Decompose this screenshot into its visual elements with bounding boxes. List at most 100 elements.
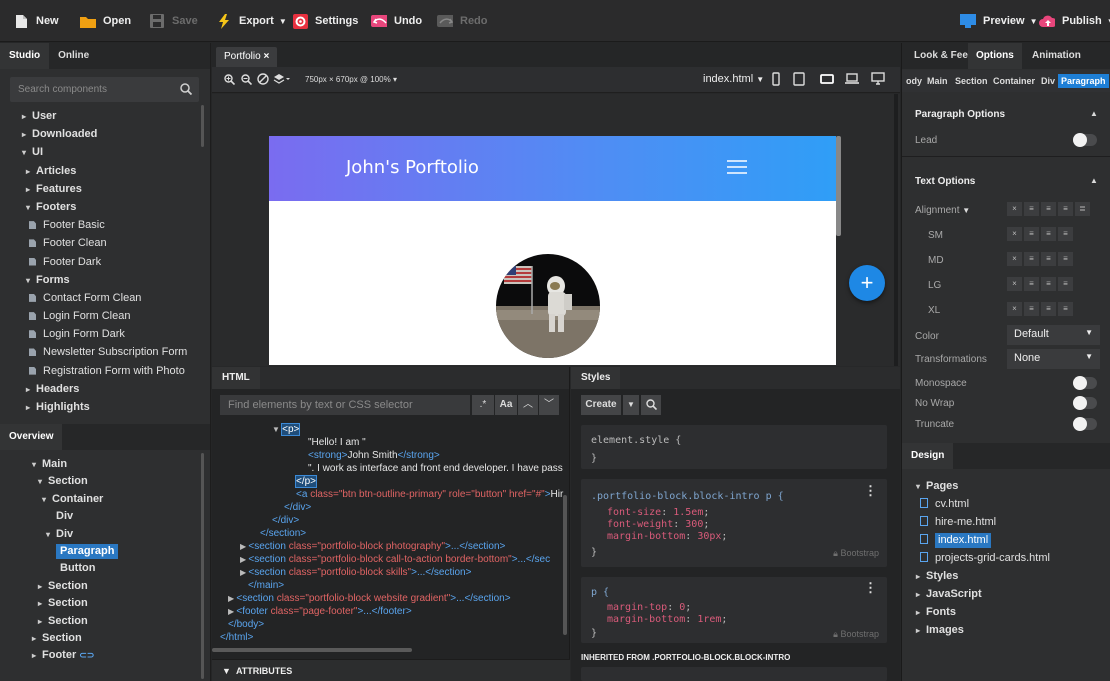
regex-toggle[interactable]: .* (472, 395, 494, 415)
html-code-line[interactable]: </main> (248, 579, 284, 592)
align-left-icon[interactable]: ≡ (1024, 252, 1039, 266)
transformations-select[interactable]: None ▼ (1007, 349, 1100, 369)
overview-item-main[interactable]: ▾ Main (0, 456, 200, 473)
tab-online[interactable]: Online (49, 43, 98, 69)
tree-item-footers[interactable]: ▾ Footers (0, 198, 200, 216)
overview-item-button[interactable]: Button (0, 560, 200, 577)
tree-item-forms[interactable]: ▾ Forms (0, 271, 200, 289)
tree-item-articles[interactable]: ▸ Articles (0, 162, 200, 180)
tab-animation[interactable]: Animation (1032, 43, 1081, 69)
page-file-item[interactable]: cv.html (902, 495, 1102, 513)
tree-item-headers[interactable]: ▸ Headers (0, 380, 200, 398)
html-code-line[interactable]: </section> (260, 527, 306, 540)
breadcrumb-div[interactable]: Div (1038, 74, 1058, 88)
save-button[interactable]: Save (149, 12, 198, 30)
collapse-icon[interactable]: ▲ (1090, 176, 1098, 185)
rule-source[interactable]: 🔒︎ Bootstrap (833, 628, 879, 640)
overview-item-section[interactable]: ▾ Section (0, 473, 200, 490)
align-right-icon[interactable]: ≡ (1058, 252, 1073, 266)
overview-item-paragraph[interactable]: Paragraph (0, 543, 200, 560)
tree-item-fonts[interactable]: ▸ Fonts (902, 603, 1102, 621)
phone-portrait-icon[interactable] (772, 72, 780, 86)
attributes-header[interactable]: ▼ ATTRIBUTES (212, 659, 570, 681)
clear-align-icon[interactable]: × (1007, 227, 1022, 241)
viewport-size-dropdown[interactable]: 750px × 670px @ 100% ▾ (305, 75, 397, 84)
css-property[interactable]: margin-bottom: 30px; (607, 531, 727, 543)
html-hscrollbar[interactable] (212, 648, 412, 652)
find-elements-input[interactable]: Find elements by text or CSS selector (220, 395, 470, 415)
color-select[interactable]: Default ▼ (1007, 325, 1100, 345)
caret-down-icon[interactable]: ▼ (272, 425, 282, 434)
add-component-button[interactable]: + (849, 265, 885, 301)
tree-item-pages[interactable]: ▾ Pages (902, 477, 1102, 495)
html-code-line[interactable]: </body> (228, 618, 264, 631)
paragraph-options-heading[interactable]: Paragraph Options (915, 109, 1005, 120)
overview-scrollbar[interactable] (201, 453, 204, 679)
clear-align-icon[interactable]: × (1007, 252, 1022, 266)
overview-item-div[interactable]: ▾ Div (0, 526, 200, 543)
component-search-input[interactable]: Search components (10, 77, 199, 102)
align-left-icon[interactable]: ≡ (1024, 277, 1039, 291)
breadcrumb-main[interactable]: Main (924, 74, 951, 88)
more-options-icon[interactable]: ⋮ (864, 484, 877, 497)
page-file-item-active[interactable]: index.html (902, 531, 1102, 549)
layers-icon[interactable] (273, 73, 291, 85)
tablet-icon[interactable] (793, 72, 805, 86)
alignment-label[interactable]: Alignment ▼ (915, 205, 970, 216)
rule-source[interactable]: 🔒︎ Bootstrap (833, 547, 879, 559)
create-dropdown[interactable]: ▼ (623, 395, 639, 415)
collapse-icon[interactable]: ▲ (1090, 109, 1098, 118)
css-property[interactable]: font-size: 1.5em; (607, 507, 709, 519)
open-button[interactable]: Open (80, 12, 131, 30)
component-item[interactable]: Registration Form with Photo (0, 362, 200, 380)
zoom-out-icon[interactable] (241, 74, 252, 85)
overview-item-section[interactable]: ▸ Section (0, 595, 200, 612)
tree-item-features[interactable]: ▸ Features (0, 180, 200, 198)
page-brand-title[interactable]: John's Porftolio (346, 157, 479, 178)
more-options-icon[interactable]: ⋮ (864, 581, 877, 594)
align-left-icon[interactable]: ≡ (1024, 302, 1039, 316)
html-code-line[interactable]: ▶ <footer class="page-footer">...</foote… (228, 605, 412, 618)
clear-align-icon[interactable]: × (1007, 277, 1022, 291)
breadcrumb-body[interactable]: ody (903, 74, 925, 88)
align-right-icon[interactable]: ≡ (1058, 202, 1073, 216)
tab-portfolio[interactable]: Portfolio × (216, 47, 278, 67)
css-property[interactable]: font-weight: 300; (607, 519, 709, 531)
html-code-line[interactable]: ▶ <section class="portfolio-block photog… (240, 540, 505, 553)
align-left-icon[interactable]: ≡ (1024, 202, 1039, 216)
close-icon[interactable]: × (263, 51, 269, 62)
component-item[interactable]: Contact Form Clean (0, 289, 200, 307)
align-right-icon[interactable]: ≡ (1058, 227, 1073, 241)
overview-item-section[interactable]: ▸ Section (0, 630, 200, 647)
align-justify-icon[interactable]: ≣ (1075, 202, 1090, 216)
page-navbar[interactable]: John's Porftolio (269, 136, 836, 201)
overview-item-section[interactable]: ▸ Section (0, 578, 200, 595)
tree-item-user[interactable]: ▸ User (0, 107, 200, 125)
profile-photo[interactable] (496, 248, 600, 365)
align-center-icon[interactable]: ≡ (1041, 227, 1056, 241)
html-code-line[interactable]: ▶ <section class="portfolio-block websit… (228, 592, 511, 605)
html-code-line[interactable]: </div> (284, 501, 311, 514)
rule-portfolio-block-intro-p[interactable]: .portfolio-block.block-intro p { ⋮ font-… (581, 479, 887, 567)
tab-look-and-feel[interactable]: Look & Feel (914, 43, 971, 69)
undo-button[interactable]: Undo (371, 12, 422, 30)
search-icon[interactable] (180, 83, 192, 95)
align-center-icon[interactable]: ≡ (1041, 202, 1056, 216)
canvas-scrollbar[interactable] (836, 136, 841, 236)
overview-item-div[interactable]: Div (0, 508, 200, 525)
html-code-line[interactable]: </div> (272, 514, 299, 527)
nowrap-toggle[interactable] (1073, 396, 1097, 410)
tab-styles[interactable]: Styles (571, 367, 621, 389)
breadcrumb-container[interactable]: Container (990, 74, 1038, 88)
rule-element-style[interactable]: element.style { } (581, 425, 887, 469)
tab-options[interactable]: Options (968, 43, 1022, 69)
html-code-line[interactable]: "Hello! I am " (308, 436, 366, 449)
breadcrumb-paragraph[interactable]: Paragraph (1058, 74, 1109, 88)
overview-item-section[interactable]: ▸ Section (0, 613, 200, 630)
find-next-button[interactable]: ﹀ (539, 395, 559, 415)
breadcrumb-section[interactable]: Section (952, 74, 991, 88)
settings-button[interactable]: Settings (292, 12, 358, 30)
tree-item-downloaded[interactable]: ▸ Downloaded (0, 125, 200, 143)
tree-item-images[interactable]: ▸ Images (902, 621, 1102, 639)
align-right-icon[interactable]: ≡ (1058, 302, 1073, 316)
